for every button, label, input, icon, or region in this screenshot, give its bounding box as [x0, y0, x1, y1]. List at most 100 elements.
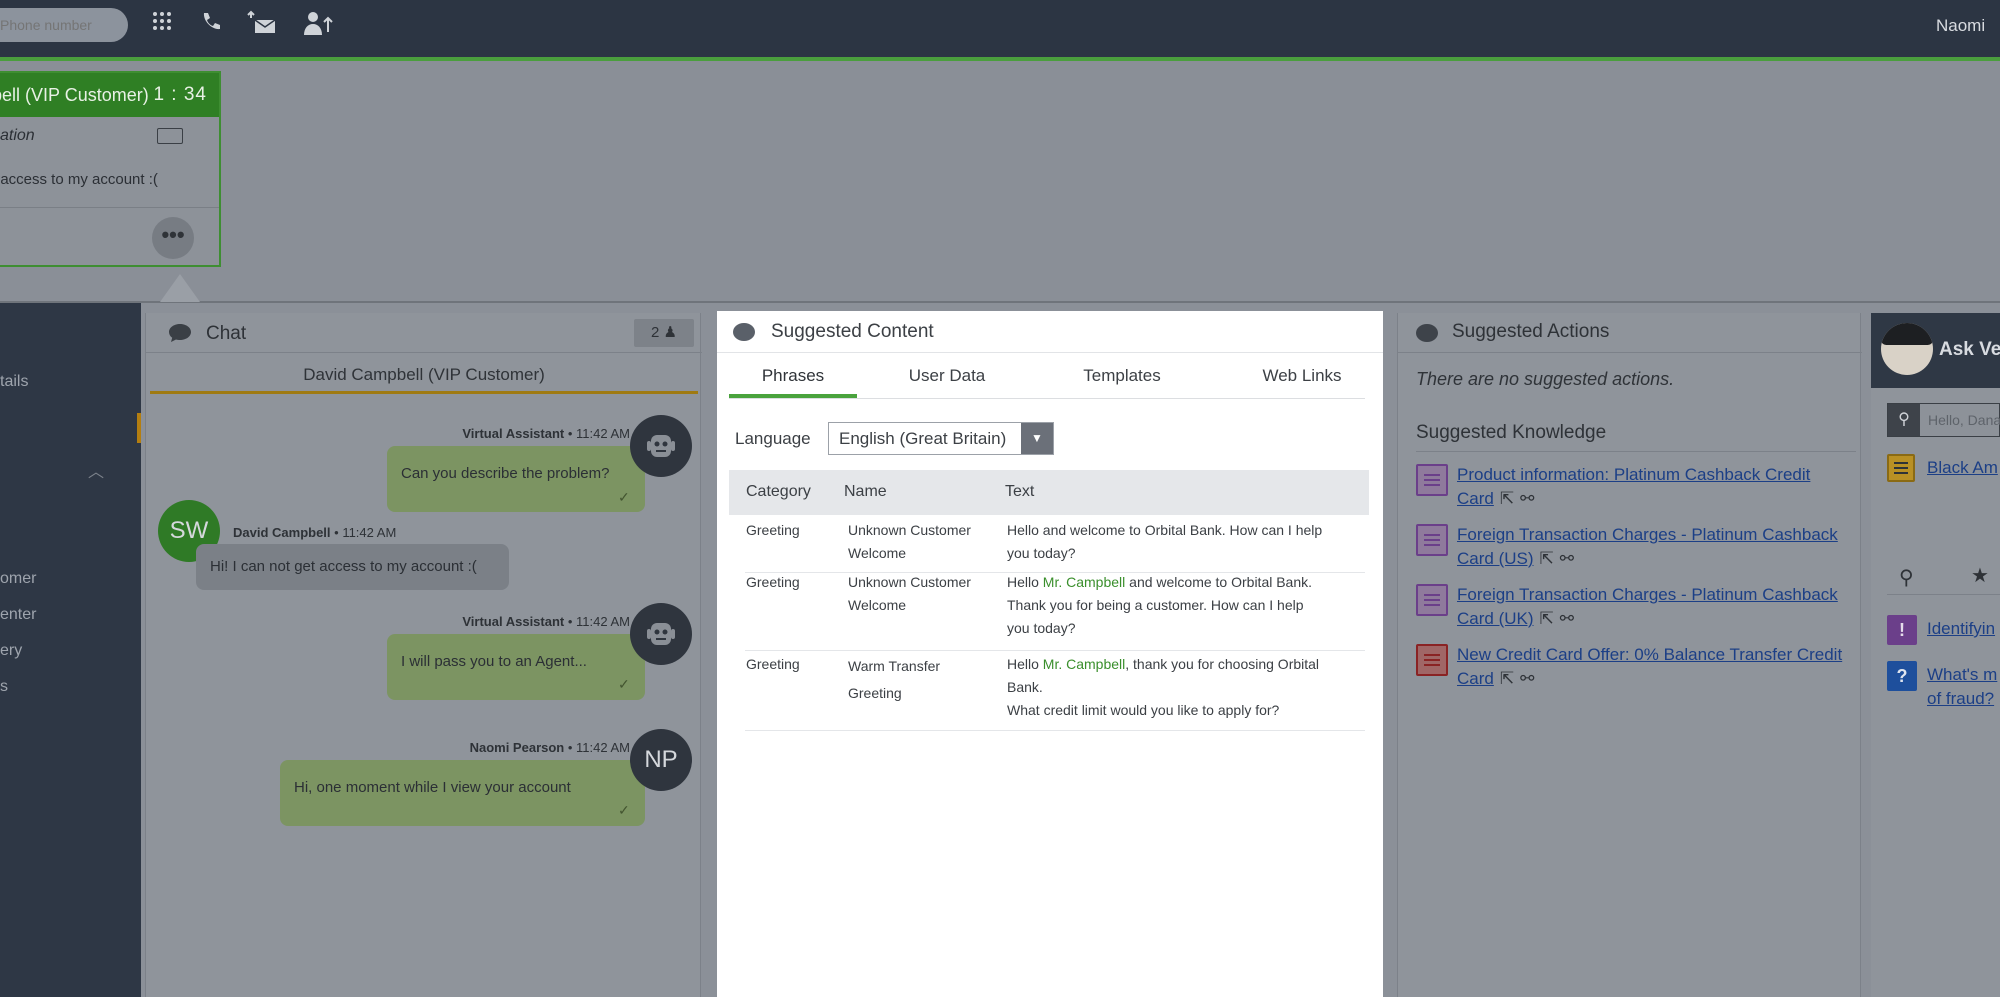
knowledge-link[interactable]: Product information: Platinum Cashback C… — [1457, 463, 1857, 511]
check-icon: ✓ — [618, 489, 630, 505]
chat-message: Hi, one moment while I view your account — [280, 760, 645, 826]
card-header: bell (VIP Customer) 1 : 34 — [0, 73, 219, 117]
chat-bubble-icon — [733, 323, 755, 341]
knowledge-link[interactable]: What's m of fraud? — [1927, 663, 2000, 711]
column-header-text[interactable]: Text — [1005, 483, 1034, 501]
cell-category: Greeting — [746, 574, 800, 590]
nav-item-details[interactable]: tails — [0, 373, 28, 391]
tab-user-data[interactable]: User Data — [887, 366, 1007, 386]
suggested-actions-title: Suggested Actions — [1452, 321, 1610, 342]
no-actions-message: There are no suggested actions. — [1416, 369, 1675, 389]
message-meta: David Campbell • 11:42 AM — [233, 525, 397, 540]
divider — [0, 207, 219, 208]
divider — [1887, 594, 2000, 595]
card-subject: cation — [0, 127, 35, 144]
nav-item-gallery[interactable]: ery — [0, 642, 22, 660]
article-icon — [1416, 524, 1448, 556]
clear-icon[interactable] — [157, 128, 183, 144]
tab-phrases[interactable]: Phrases — [729, 366, 857, 386]
chat-header: Chat 2 ♟ — [146, 313, 702, 353]
row-divider — [745, 730, 1365, 731]
chat-message: I will pass you to an Agent... — [387, 634, 645, 700]
cell-text: Hello Mr. Campbell, thank you for choosi… — [1007, 656, 1320, 718]
tab-web-links[interactable]: Web Links — [1247, 366, 1357, 386]
interaction-bar — [0, 61, 2000, 302]
nav-item-customer[interactable]: omer — [0, 570, 36, 588]
column-header-category[interactable]: Category — [746, 483, 811, 501]
ask-title: Ask Ve — [1939, 339, 2000, 360]
ask-search-input[interactable]: ⚲ Hello, Dana — [1887, 403, 2000, 437]
external-link-icon[interactable]: ⇱ — [1540, 607, 1554, 631]
search-icon[interactable]: ⚲ — [1888, 404, 1920, 436]
cell-text: Hello and welcome to Orbital Bank. How c… — [1007, 522, 1323, 561]
external-link-icon[interactable]: ⇱ — [1540, 547, 1554, 571]
knowledge-link[interactable]: Foreign Transaction Charges - Platinum C… — [1457, 523, 1857, 571]
knowledge-link[interactable]: New Credit Card Offer: 0% Balance Transf… — [1457, 643, 1857, 691]
divider — [1416, 451, 1856, 452]
external-link-icon[interactable]: ⇱ — [1500, 487, 1514, 511]
cell-category: Greeting — [746, 522, 800, 538]
article-icon — [1416, 464, 1448, 496]
link-icon[interactable]: ⚯ — [1560, 607, 1574, 631]
table-row[interactable]: Greeting Warm Transfer Greeting Hello Mr.… — [717, 651, 1383, 727]
phone-number-input[interactable] — [0, 8, 128, 42]
cell-name: Unknown Customer Welcome — [848, 522, 971, 561]
bot-avatar — [630, 415, 692, 477]
table-header: Category Name Text — [729, 470, 1369, 515]
table-row[interactable]: Greeting Unknown Customer Welcome Hello a… — [717, 517, 1383, 567]
card-customer-name: bell (VIP Customer) — [0, 85, 149, 105]
article-icon — [1887, 454, 1915, 482]
knowledge-link[interactable]: Foreign Transaction Charges - Platinum C… — [1457, 583, 1857, 631]
ask-header: Ask Ve — [1871, 313, 2000, 388]
tab-templates[interactable]: Templates — [1067, 366, 1177, 386]
knowledge-link[interactable]: Identifyin — [1927, 617, 2000, 641]
link-icon[interactable]: ⚯ — [1520, 667, 1534, 691]
chevron-down-icon[interactable]: ▼ — [1021, 423, 1053, 454]
nav-item-center[interactable]: enter — [0, 606, 36, 624]
knowledge-link[interactable]: Black Am — [1927, 456, 2000, 480]
chat-customer-name: David Campbell (VIP Customer) — [303, 365, 545, 384]
active-tab-indicator — [729, 394, 857, 398]
person-icon: ♟ — [663, 324, 677, 341]
cell-text: Hello Mr. Campbell and welcome to Orbita… — [1007, 574, 1313, 636]
interaction-card[interactable]: bell (VIP Customer) 1 : 34 cation t acce… — [0, 71, 221, 267]
cell-category: Greeting — [746, 656, 800, 672]
ask-assistant-panel: Ask Ve ⚲ Hello, Dana Black Am ⚲ ★ ! Iden… — [1871, 313, 2000, 997]
agent-transfer-icon[interactable] — [302, 10, 333, 40]
chat-panel: Chat 2 ♟ David Campbell (VIP Customer) V… — [145, 313, 702, 997]
suggested-knowledge-title: Suggested Knowledge — [1416, 422, 1607, 443]
link-icon[interactable]: ⚯ — [1520, 487, 1534, 511]
alert-badge: ! — [1887, 615, 1917, 645]
external-link-icon[interactable]: ⇱ — [1500, 667, 1514, 691]
card-timer: 1 : 34 — [153, 84, 207, 105]
cell-name: Unknown Customer Welcome — [848, 574, 971, 613]
participants-badge[interactable]: 2 ♟ — [634, 319, 694, 347]
article-icon — [1416, 584, 1448, 616]
chevron-up-icon[interactable]: ︿ — [88, 458, 104, 482]
message-meta: Virtual Assistant • 11:42 AM — [462, 426, 630, 441]
dialpad-icon[interactable] — [147, 10, 177, 40]
suggested-actions-panel: Suggested Actions There are no suggested… — [1397, 313, 1862, 997]
link-icon[interactable]: ⚯ — [1560, 547, 1574, 571]
column-header-name[interactable]: Name — [844, 483, 887, 501]
suggested-actions-header: Suggested Actions — [1398, 313, 1862, 353]
divider — [150, 391, 698, 394]
more-options-button[interactable]: ••• — [152, 217, 194, 259]
suggested-content-header: Suggested Content — [717, 311, 1383, 353]
ask-search-placeholder: Hello, Dana — [1928, 412, 2000, 428]
star-icon[interactable]: ★ — [1971, 563, 1989, 588]
search-icon[interactable]: ⚲ — [1899, 565, 1914, 590]
card-last-message: t access to my account :( — [0, 171, 158, 188]
language-value: English (Great Britain) — [839, 429, 1007, 448]
user-name[interactable]: Naomi — [1936, 16, 2000, 36]
suggested-content-title: Suggested Content — [771, 321, 934, 342]
language-label: Language — [735, 429, 811, 448]
mail-transfer-icon[interactable] — [247, 10, 277, 40]
nav-item-misc[interactable]: s — [0, 678, 8, 696]
assistant-avatar — [1881, 323, 1933, 375]
phone-icon[interactable] — [196, 10, 226, 40]
chat-message: Can you describe the problem? — [387, 446, 645, 512]
chat-title: Chat — [206, 323, 247, 344]
language-select[interactable]: English (Great Britain) ▼ — [828, 422, 1054, 455]
table-row[interactable]: Greeting Unknown Customer Welcome Hello M… — [717, 569, 1383, 645]
